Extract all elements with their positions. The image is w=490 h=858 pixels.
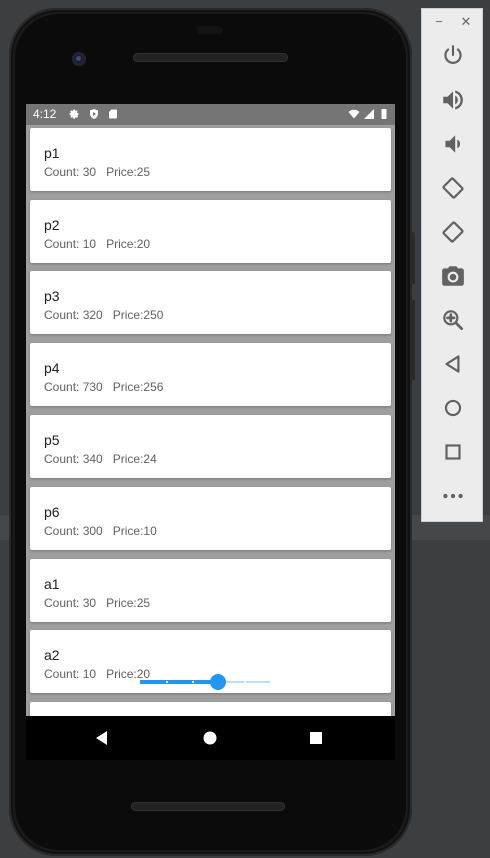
rotate-right-icon (442, 221, 464, 243)
back-icon (445, 355, 460, 373)
item-price: Price:10 (112, 524, 157, 538)
list-item[interactable]: p3 Count: 320 Price:250 (30, 271, 391, 334)
item-meta: Count: 30 Price:25 (44, 596, 150, 610)
nav-overview-icon[interactable] (306, 728, 326, 748)
overview-icon (445, 444, 461, 460)
phone-power-side-button (411, 232, 415, 284)
nav-home-icon[interactable] (200, 728, 220, 748)
item-price: Price:250 (112, 308, 164, 322)
minimize-icon[interactable]: − (432, 14, 446, 29)
list-item[interactable]: p2 Count: 10 Price:20 (30, 200, 391, 263)
item-meta: Count: 300 Price:10 (44, 524, 157, 538)
item-count: Count: 10 (44, 237, 97, 251)
navigation-bar (26, 716, 395, 760)
status-bar: 4:12 (26, 104, 395, 125)
item-count: Count: 730 (44, 380, 103, 394)
item-count: Count: 340 (44, 452, 103, 466)
item-name: p5 (44, 432, 60, 448)
item-price: Price:25 (106, 165, 151, 179)
camera-icon (442, 266, 464, 286)
home-button[interactable] (440, 395, 466, 421)
screenshot-button[interactable] (440, 263, 466, 289)
volume-up-button[interactable] (440, 87, 466, 113)
bottom-speaker (131, 802, 285, 811)
item-price: Price:24 (112, 452, 157, 466)
volume-up-icon (443, 90, 463, 110)
item-name: p6 (44, 504, 60, 520)
item-meta: Count: 340 Price:24 (44, 452, 157, 466)
item-price: Price:20 (106, 237, 151, 251)
item-count: Count: 300 (44, 524, 103, 538)
close-icon[interactable]: ✕ (459, 14, 473, 30)
volume-down-button[interactable] (440, 131, 466, 157)
settings-gear-icon (69, 109, 79, 119)
list-item[interactable]: p5 Count: 340 Price:24 (30, 415, 391, 478)
nav-back-icon[interactable] (92, 728, 112, 748)
item-meta: Count: 10 Price:20 (44, 667, 150, 681)
item-name: p3 (44, 288, 60, 304)
overview-button[interactable] (440, 439, 466, 465)
item-count: Count: 30 (44, 165, 97, 179)
slider-tick (166, 681, 168, 683)
list-item[interactable]: p4 Count: 730 Price:256 (30, 343, 391, 406)
item-name: p4 (44, 360, 60, 376)
phone-volume-side-button (411, 300, 415, 380)
play-protect-icon (90, 109, 98, 119)
slider-thumb[interactable] (210, 674, 226, 690)
rotate-left-icon (442, 177, 464, 199)
item-meta: Count: 730 Price:256 (44, 380, 163, 394)
list-item[interactable]: a1 Count: 30 Price:25 (30, 559, 391, 622)
item-count: Count: 320 (44, 308, 103, 322)
emulator-toolbar: − ✕ (421, 8, 483, 522)
list-item[interactable]: p1 Count: 30 Price:25 (30, 128, 391, 191)
status-time: 4:12 (33, 107, 57, 121)
power-button[interactable] (440, 43, 466, 69)
back-button[interactable] (440, 351, 466, 377)
item-count: Count: 30 (44, 596, 97, 610)
front-camera (72, 52, 86, 66)
zoom-icon (443, 310, 464, 331)
more-button[interactable] (440, 483, 466, 509)
power-icon (444, 45, 462, 64)
item-meta: Count: 30 Price:25 (44, 165, 150, 179)
list-item[interactable]: a2 Count: 10 Price:20 (30, 630, 391, 693)
zoom-button[interactable] (440, 307, 466, 333)
slider-tick (244, 681, 246, 683)
sd-card-icon (109, 109, 117, 119)
item-count: Count: 10 (44, 667, 97, 681)
cell-signal-icon (364, 109, 374, 119)
slider-tick (192, 681, 194, 683)
battery-icon (381, 109, 387, 119)
wifi-icon (348, 109, 360, 119)
volume-down-icon (445, 135, 461, 153)
list-item-partial[interactable] (30, 702, 391, 716)
more-icon (443, 493, 463, 499)
item-name: p2 (44, 217, 60, 233)
item-name: p1 (44, 145, 60, 161)
home-icon (444, 399, 462, 417)
quantity-slider[interactable] (140, 674, 270, 690)
item-name: a2 (44, 647, 60, 663)
phone-screen: 4:12 p1 Count: 30 Price:25 p2 Count: 10 … (26, 104, 395, 716)
item-meta: Count: 320 Price:250 (44, 308, 163, 322)
list-item[interactable]: p6 Count: 300 Price:10 (30, 487, 391, 550)
earpiece-speaker (133, 53, 288, 62)
proximity-sensor (197, 26, 223, 34)
rotate-left-button[interactable] (440, 175, 466, 201)
slider-track-active (140, 680, 218, 684)
item-meta: Count: 10 Price:20 (44, 237, 150, 251)
item-price: Price:25 (106, 596, 151, 610)
rotate-right-button[interactable] (440, 219, 466, 245)
item-price: Price:256 (112, 380, 164, 394)
item-name: a1 (44, 576, 60, 592)
